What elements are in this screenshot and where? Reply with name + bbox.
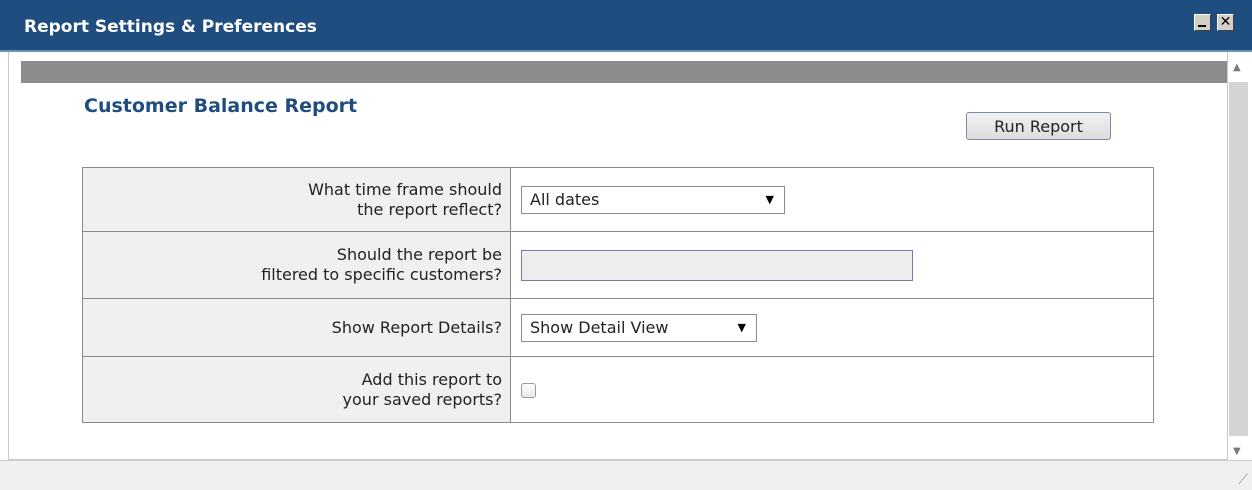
customers-label-line2: filtered to specific customers? <box>261 265 502 284</box>
chevron-down-icon: ▼ <box>765 192 774 206</box>
report-title: Customer Balance Report <box>84 95 358 117</box>
window-status-strip: ⟋ <box>0 460 1252 490</box>
details-cell: Show Detail View ▼ <box>510 298 1154 357</box>
save-report-checkbox[interactable] <box>521 383 536 398</box>
customers-label-line1: Should the report be <box>336 245 502 264</box>
save-cell <box>510 356 1154 423</box>
customers-label: Should the report be filtered to specifi… <box>82 231 511 299</box>
form-row-save: Add this report to your saved reports? <box>82 356 1154 423</box>
run-report-button[interactable]: Run Report <box>966 112 1111 140</box>
close-icon: ✕ <box>1219 14 1232 30</box>
report-settings-form: What time frame should the report reflec… <box>82 167 1154 423</box>
form-row-timeframe: What time frame should the report reflec… <box>82 167 1154 232</box>
minimize-button[interactable] <box>1194 14 1211 31</box>
scroll-down-icon[interactable]: ▼ <box>1233 446 1241 457</box>
timeframe-select[interactable]: All dates ▼ <box>521 185 785 214</box>
close-button[interactable]: ✕ <box>1217 14 1234 31</box>
minimize-icon <box>1198 25 1206 27</box>
window-title: Report Settings & Preferences <box>24 17 317 37</box>
form-row-customers: Should the report be filtered to specifi… <box>82 231 1154 299</box>
customer-filter-input[interactable] <box>521 249 913 281</box>
details-label: Show Report Details? <box>82 298 511 357</box>
timeframe-select-value: All dates <box>530 189 600 209</box>
timeframe-label: What time frame should the report reflec… <box>82 167 511 232</box>
detail-view-select-value: Show Detail View <box>530 317 669 337</box>
window-titlebar[interactable]: Report Settings & Preferences ✕ <box>0 0 1252 52</box>
form-row-details: Show Report Details? Show Detail View ▼ <box>82 298 1154 357</box>
panel-header-bar <box>21 61 1227 83</box>
scroll-up-icon[interactable]: ▲ <box>1233 62 1241 73</box>
save-label: Add this report to your saved reports? <box>82 356 511 423</box>
report-panel: Customer Balance Report Run Report What … <box>8 52 1228 460</box>
timeframe-cell: All dates ▼ <box>510 167 1154 232</box>
save-label-line2: your saved reports? <box>342 389 502 409</box>
resize-grip-icon[interactable]: ⟋ <box>1238 472 1248 488</box>
timeframe-label-line1: What time frame should <box>308 179 502 199</box>
detail-view-select[interactable]: Show Detail View ▼ <box>521 313 757 342</box>
chevron-down-icon: ▼ <box>737 320 746 334</box>
customers-cell <box>510 231 1154 299</box>
save-label-line1: Add this report to <box>361 369 502 389</box>
scrollbar-thumb[interactable] <box>1229 82 1248 436</box>
timeframe-label-line2: the report reflect? <box>357 199 502 219</box>
